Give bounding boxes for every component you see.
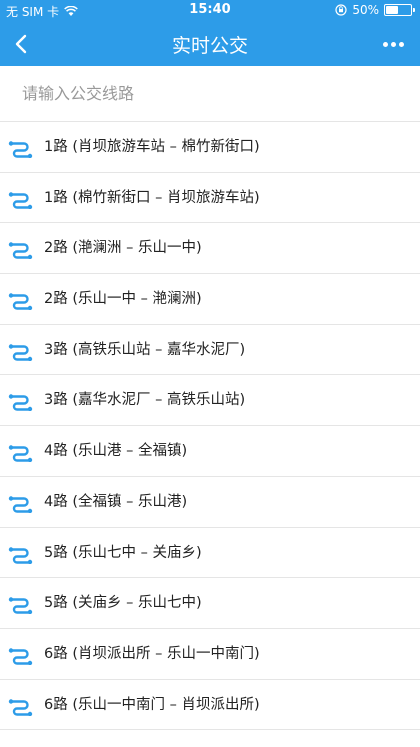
chevron-left-icon: [15, 34, 27, 54]
search-box: [0, 66, 420, 122]
status-right: 50%: [335, 3, 415, 17]
route-list-item[interactable]: 1路 (棉竹新街口 – 肖坝旅游车站): [0, 172, 420, 224]
bus-route-icon: [8, 344, 33, 361]
bus-route-icon: [8, 496, 33, 513]
route-list-item[interactable]: 2路 (乐山一中 – 滟澜洲): [0, 274, 420, 325]
more-dots-icon: [398, 41, 404, 47]
more-button[interactable]: [378, 30, 408, 58]
bus-route-icon: [8, 445, 33, 463]
bus-route-icon: [8, 648, 33, 665]
route-list-item[interactable]: 1路 (肖坝旅游车站 – 棉竹新街口): [0, 122, 420, 173]
more-dots-icon: [390, 41, 396, 47]
route-label: 2路 (乐山一中 – 滟澜洲): [44, 291, 202, 308]
bus-route-icon: [8, 141, 33, 158]
route-list-item[interactable]: 5路 (关庙乡 – 乐山七中): [0, 578, 420, 629]
more-dots-icon: [382, 41, 388, 47]
app-header: 无 SIM 卡 15:40 50% 实时公交: [0, 0, 420, 66]
route-label: 5路 (乐山七中 – 关庙乡): [44, 544, 202, 561]
route-list-item[interactable]: 3路 (嘉华水泥厂 – 高铁乐山站): [0, 375, 420, 427]
route-label: 1路 (肖坝旅游车站 – 棉竹新街口): [44, 139, 260, 155]
page-title: 实时公交: [171, 35, 248, 57]
route-label: 3路 (高铁乐山站 – 嘉华水泥厂): [44, 341, 246, 358]
route-label: 4路 (全福镇 – 乐山港): [44, 493, 188, 510]
bus-route-icon: [8, 293, 33, 311]
status-bar: 无 SIM 卡 15:40 50%: [0, 0, 420, 22]
bus-route-icon: [8, 698, 33, 716]
route-label: 4路 (乐山港 – 全福镇): [44, 443, 188, 460]
bus-route-icon: [8, 191, 33, 209]
route-label: 3路 (嘉华水泥厂 – 高铁乐山站): [44, 392, 246, 409]
bus-route-icon: [8, 242, 33, 260]
route-label: 2路 (滟澜洲 – 乐山一中): [44, 240, 202, 257]
route-list-item[interactable]: 4路 (乐山港 – 全福镇): [0, 426, 420, 477]
route-list-item[interactable]: 6路 (肖坝派出所 – 乐山一中南门): [0, 628, 420, 680]
nav-bar: 实时公交: [0, 22, 420, 66]
bus-route-icon: [8, 597, 33, 615]
route-list: 1路 (肖坝旅游车站 – 棉竹新街口) 1路 (棉竹新街口 – 肖坝旅游车站) 2路…: [0, 122, 420, 731]
battery-icon: [384, 4, 415, 16]
route-list-item[interactable]: 3路 (高铁乐山站 – 嘉华水泥厂): [0, 324, 420, 376]
route-list-item[interactable]: 6路 (乐山一中南门 – 肖坝派出所): [0, 679, 420, 731]
route-list-item[interactable]: 4路 (全福镇 – 乐山港): [0, 476, 420, 528]
route-label: 6路 (乐山一中南门 – 肖坝派出所): [44, 696, 260, 713]
rotation-lock-icon: [335, 4, 347, 16]
bus-route-icon: [8, 394, 33, 412]
route-search-input[interactable]: [0, 66, 420, 121]
back-button[interactable]: [8, 28, 38, 60]
route-label: 5路 (关庙乡 – 乐山七中): [44, 595, 202, 612]
bus-route-icon: [8, 546, 33, 564]
battery-level: [386, 6, 398, 14]
route-list-item[interactable]: 5路 (乐山七中 – 关庙乡): [0, 527, 420, 579]
route-label: 6路 (肖坝派出所 – 乐山一中南门): [44, 645, 260, 662]
route-list-item[interactable]: 2路 (滟澜洲 – 乐山一中): [0, 223, 420, 275]
route-label: 1路 (棉竹新街口 – 肖坝旅游车站): [44, 189, 260, 206]
battery-percent: 50%: [352, 3, 379, 17]
